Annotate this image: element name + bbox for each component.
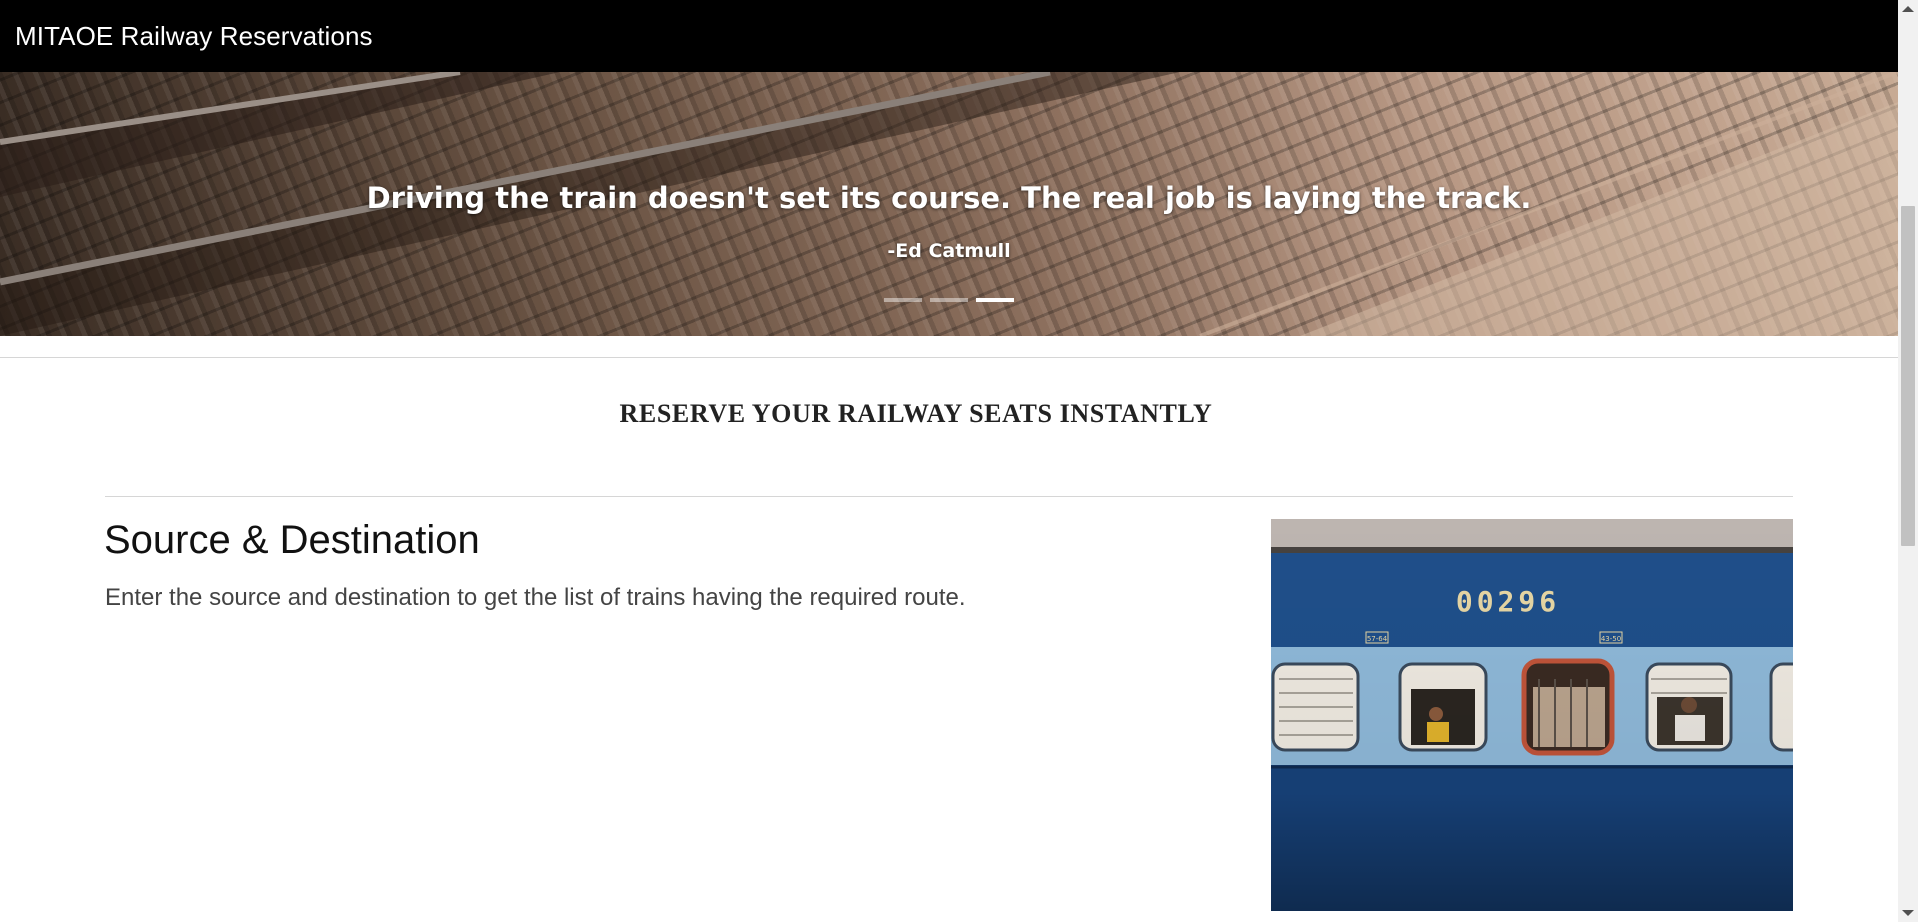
carousel-quote: Driving the train doesn't set its course… [366,181,1532,215]
divider [0,357,1898,358]
feature-heading: Source & Destination [104,518,480,562]
scroll-down-arrow-icon[interactable] [1902,910,1914,916]
section-title: RESERVE YOUR RAILWAY SEATS INSTANTLY [619,399,1213,428]
brand-link[interactable]: MITAOE Railway Reservations [15,21,373,52]
scrollbar-thumb[interactable] [1901,206,1915,546]
navbar: MITAOE Railway Reservations [0,0,1898,72]
carousel-indicator-1[interactable] [884,298,922,302]
train-coach-image: 00296 57-64 43-50 [1271,519,1793,911]
hero-carousel[interactable]: Driving the train doesn't set its course… [0,72,1898,336]
carousel-indicator-3[interactable] [976,298,1014,302]
carousel-indicators [0,298,1898,302]
scroll-up-arrow-icon[interactable] [1902,6,1914,12]
page-scrollbar[interactable] [1898,0,1918,922]
carousel-indicator-2[interactable] [930,298,968,302]
feature-description: Enter the source and destination to get … [105,584,966,611]
divider [105,496,1793,497]
carousel-author: -Ed Catmull [887,240,1011,262]
